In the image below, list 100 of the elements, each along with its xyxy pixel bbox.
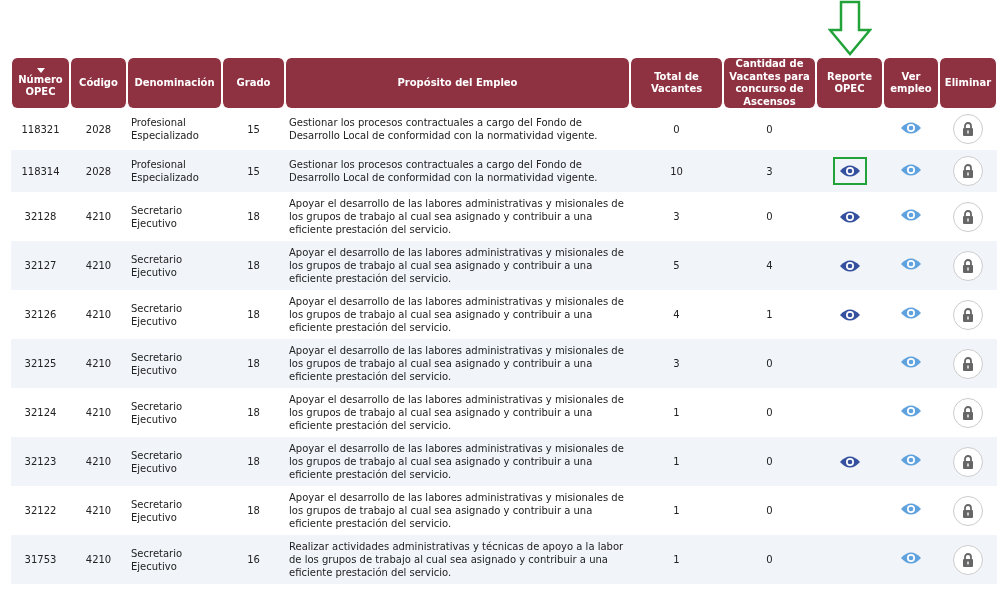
delete-button[interactable] [953,544,983,575]
table-cell-text: 0 [765,406,774,420]
column-header: Eliminar [939,58,997,108]
column-header: Total de Vacantes [630,58,723,108]
table-cell-text: 0 [765,357,774,371]
eye-icon[interactable] [838,209,861,224]
table-cell-text: Apoyar el desarrollo de las labores administrativas y misionales de los grupos de trabajo al cual sea asignado y contribuir a una eficiente prestación del servicio. [288,491,625,531]
table-cell-text: 4210 [84,210,113,224]
table-cell-text: Secretario Ejecutivo [130,301,184,329]
lock-icon [962,503,974,518]
table-cell-text: Secretario Ejecutivo [130,252,184,280]
table-cell-text: 18 [246,357,261,371]
table-cell-text: 32125 [23,357,58,371]
table-cell-text: 1 [672,504,681,518]
column-header: Grado [222,58,285,108]
table-cell-text: 1 [672,406,681,420]
table-cell-text: Profesional Especializado [130,158,200,185]
table-cell-text: Secretario Ejecutivo [130,448,184,476]
table-cell-text: 4 [765,259,774,273]
table-cell-text: 4210 [84,504,113,518]
table-cell-text: 4 [672,308,681,322]
table-cell-text: 2028 [84,122,113,137]
eye-icon[interactable] [838,258,861,273]
lock-icon [962,454,974,469]
lock-icon [962,209,974,224]
table-cell-text: 118321 [20,122,61,137]
eye-icon[interactable] [838,164,861,178]
table-cell-text: 18 [246,308,261,322]
table-cell-text: Secretario Ejecutivo [130,399,184,427]
table-cell-text: 16 [246,553,261,567]
table-cell-text: Apoyar el desarrollo de las labores administrativas y misionales de los grupos de trabajo al cual sea asignado y contribuir a una eficiente prestación del servicio. [288,393,625,433]
table-cell-text: Secretario Ejecutivo [130,350,184,378]
table-cell-text: 1 [672,455,681,469]
lock-icon [962,164,974,178]
table-cell-text: 1 [765,308,774,322]
table-cell-text: Apoyar el desarrollo de las labores administrativas y misionales de los grupos de trabajo al cual sea asignado y contribuir a una eficiente prestación del servicio. [288,442,625,482]
column-header: Denominación [127,58,222,108]
lock-icon [962,307,974,322]
table-cell-text: 3 [765,164,774,179]
table-cell-text: 32127 [23,259,58,273]
table-cell-text: 18 [246,259,261,273]
delete-button[interactable] [953,299,983,330]
delete-button[interactable] [953,250,983,281]
table-cell-text: 5 [672,259,681,273]
lock-icon [962,258,974,273]
table-cell-text: 118314 [20,164,61,179]
table-cell-text: 0 [765,210,774,224]
table-cell-text: 32122 [23,504,58,518]
table-cell-text: 0 [765,553,774,567]
table-cell-text: Secretario Ejecutivo [130,203,184,231]
table-cell-text: 1 [672,553,681,567]
table-cell-text: Secretario Ejecutivo [130,546,184,574]
column-header[interactable]: Número OPEC [11,58,70,108]
delete-button[interactable] [953,348,983,379]
table-cell-text: 18 [246,455,261,469]
delete-button[interactable] [953,446,983,477]
table-cell-text: 3 [672,357,681,371]
table-cell-text: Apoyar el desarrollo de las labores administrativas y misionales de los grupos de trabajo al cual sea asignado y contribuir a una eficiente prestación del servicio. [288,197,625,237]
table-cell-text: Profesional Especializado [130,116,200,143]
table-cell-text: 4210 [84,553,113,567]
eye-icon[interactable] [838,307,861,322]
table-cell-text: 15 [246,122,261,137]
delete-button[interactable] [953,156,983,186]
table-cell-text: 4210 [84,406,113,420]
table-cell-text: 0 [765,122,774,137]
table-cell-text: 32128 [23,210,58,224]
table-cell-text: Gestionar los procesos contractuales a cargo del Fondo de Desarrollo Local de conformidad con la normatividad vigente. [288,116,599,143]
delete-button[interactable] [953,397,983,428]
table-cell-text: 32126 [23,308,58,322]
table-cell-text: 0 [765,455,774,469]
delete-button[interactable] [953,495,983,526]
table-cell-text: Secretario Ejecutivo [130,497,184,525]
eye-icon[interactable] [838,454,861,469]
table-cell-text: Realizar actividades administrativas y técnicas de apoyo a la labor de los grupos de trabajo al cual sea asignado y contribuir a una eficiente prestación del servicio. [288,540,625,580]
table-cell-text: 4210 [84,455,113,469]
table-cell-text: 4210 [84,357,113,371]
table-cell-text: 2028 [84,164,113,179]
table-cell-text: 15 [246,164,261,179]
table-cell-text: 32123 [23,455,58,469]
table-cell-text: Gestionar los procesos contractuales a cargo del Fondo de Desarrollo Local de conformidad con la normatividad vigente. [288,158,599,185]
table-cell-text: 18 [246,406,261,420]
table-cell-text: 4210 [84,308,113,322]
delete-button[interactable] [953,201,983,232]
lock-icon [962,552,974,567]
table-cell-text: 3 [672,210,681,224]
table-cell-text: Apoyar el desarrollo de las labores administrativas y misionales de los grupos de trabajo al cual sea asignado y contribuir a una eficiente prestación del servicio. [288,295,625,335]
column-header: Código [70,58,127,108]
table-cell-text: 18 [246,210,261,224]
table-cell-text: 0 [765,504,774,518]
table-cell-text: Apoyar el desarrollo de las labores administrativas y misionales de los grupos de trabajo al cual sea asignado y contribuir a una eficiente prestación del servicio. [288,344,625,384]
table-cell-text: 18 [246,504,261,518]
delete-button[interactable] [953,114,983,144]
table-cell-text: 0 [672,122,681,137]
table-cell-text: 32124 [23,406,58,420]
column-header: Propósito del Empleo [285,58,630,108]
column-header: Ver empleo [883,58,939,108]
table-cell-text: 31753 [23,553,58,567]
table-cell-text: 10 [669,164,684,179]
column-header: Cantidad de Vacantes para concurso de Ascensos [723,58,816,108]
lock-icon [962,122,974,136]
